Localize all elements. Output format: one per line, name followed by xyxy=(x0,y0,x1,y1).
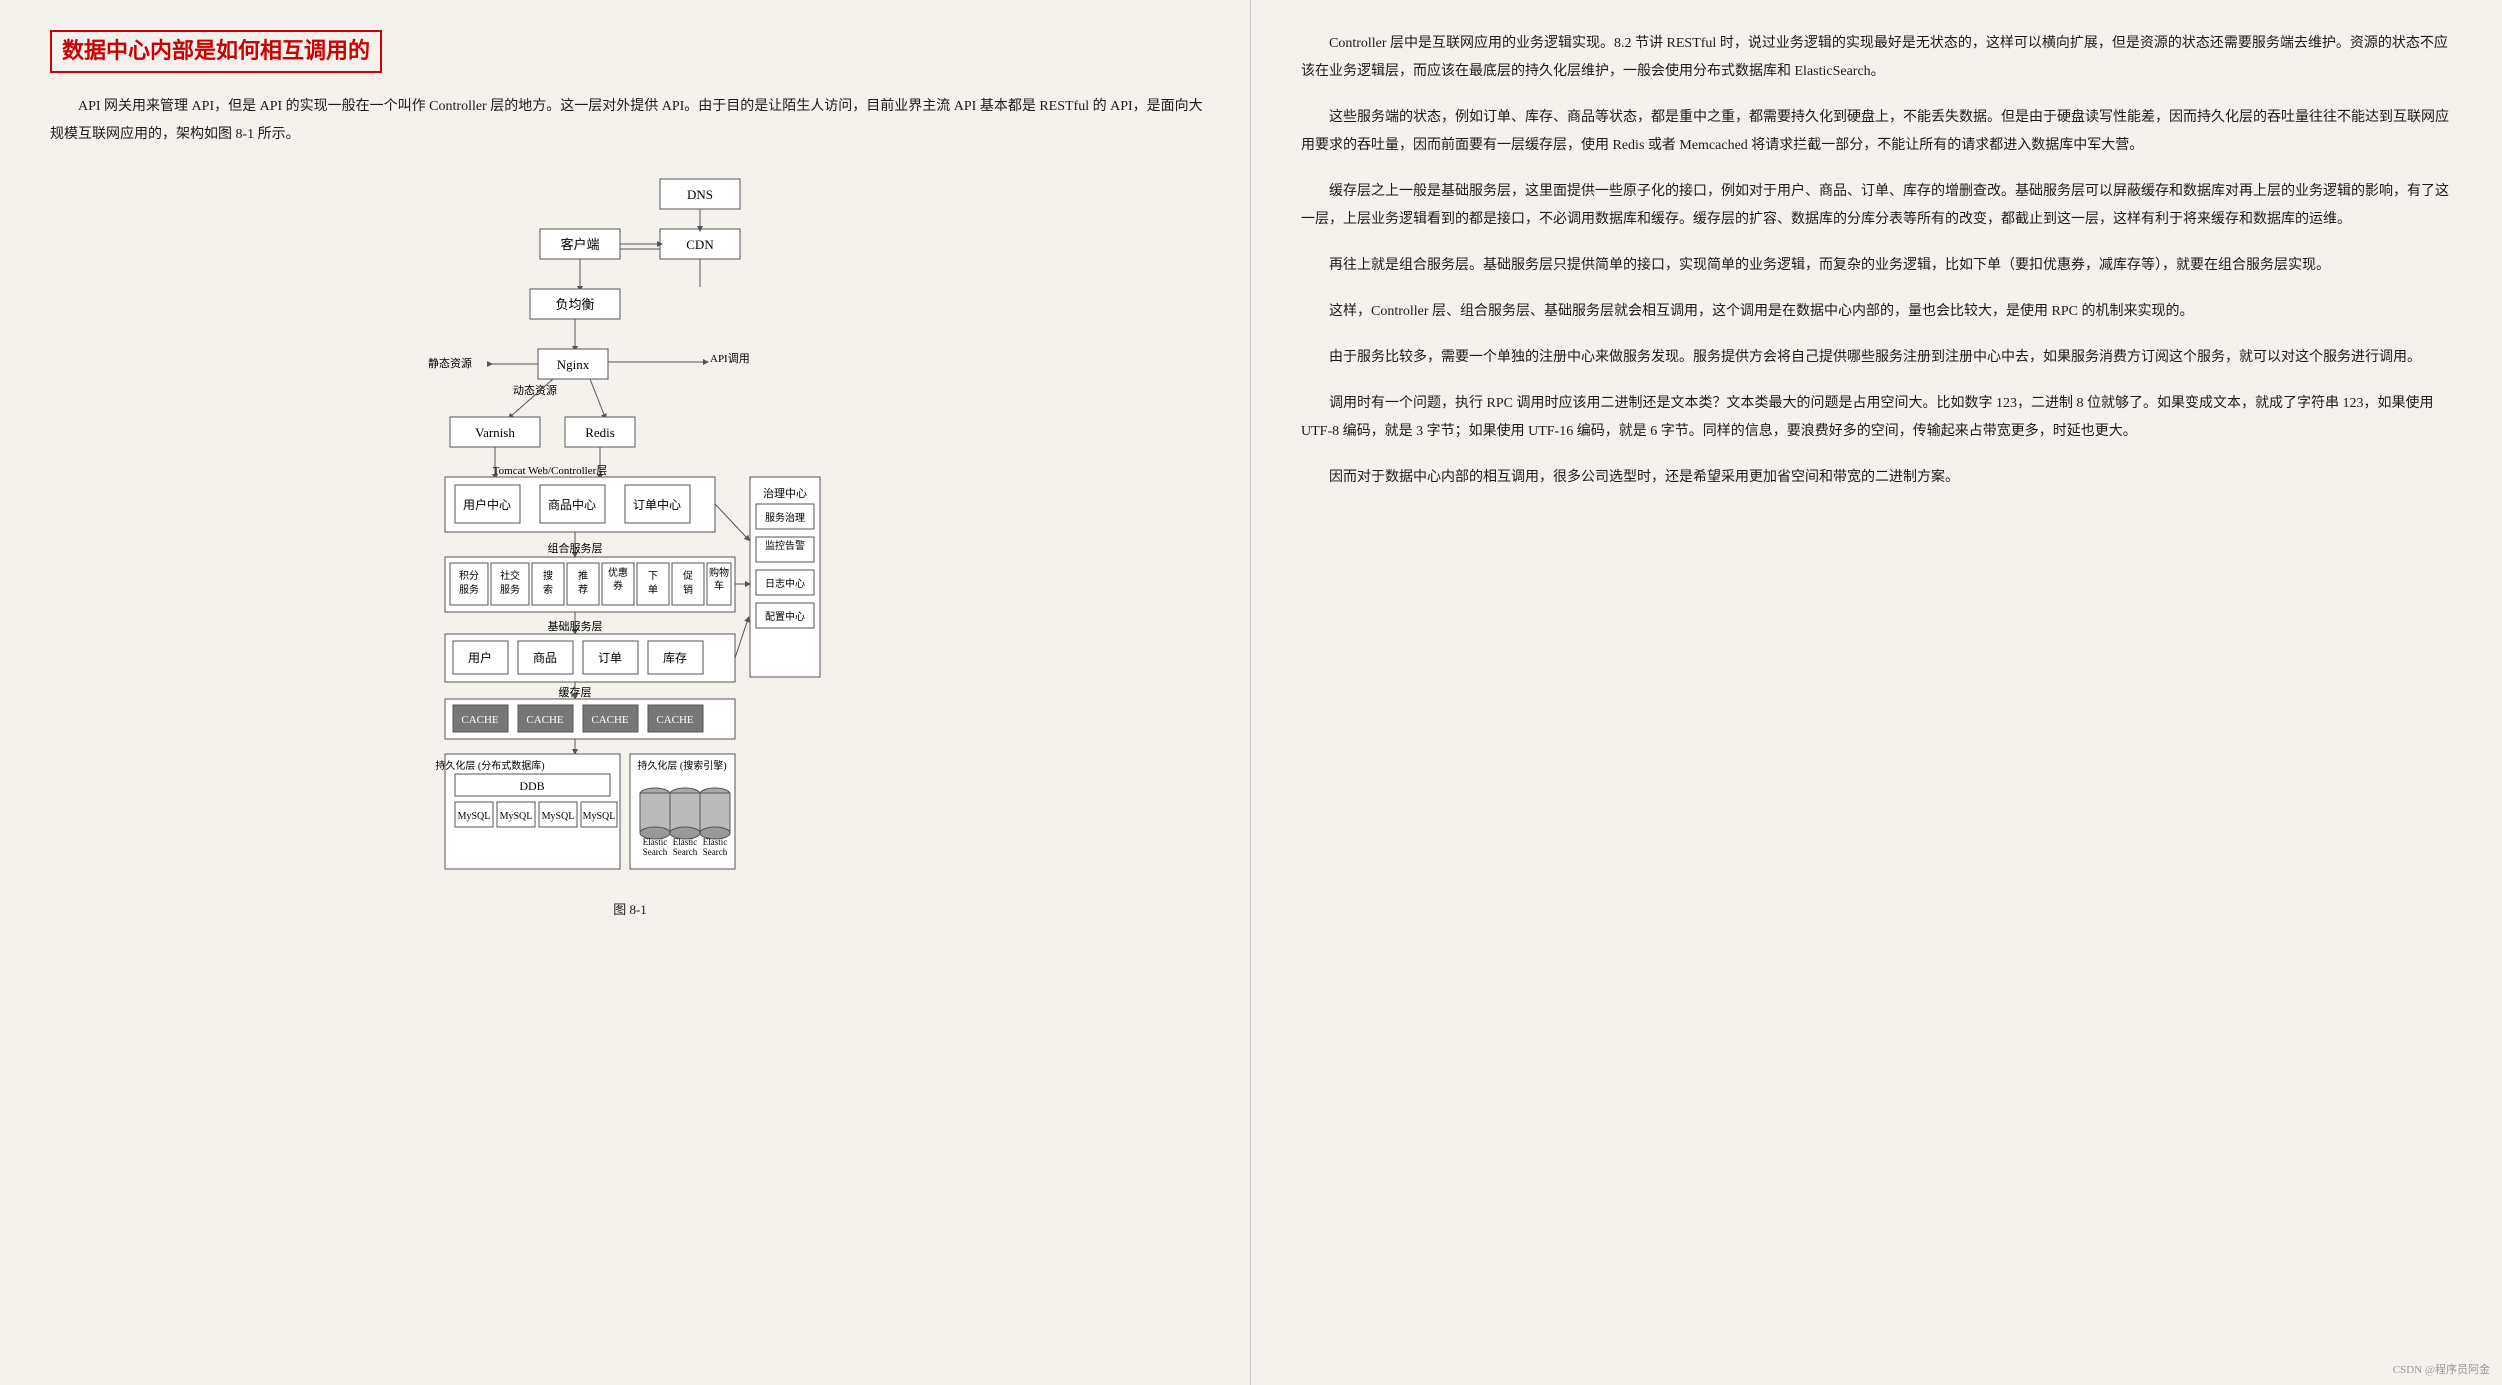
architecture-diagram: DNS 客户端 CDN 负均衡 xyxy=(50,169,1210,918)
svg-text:基础服务层: 基础服务层 xyxy=(548,620,603,633)
svg-text:服务: 服务 xyxy=(500,583,520,596)
svg-text:Tomcat Web/Controller层: Tomcat Web/Controller层 xyxy=(493,464,608,477)
svg-text:Nginx: Nginx xyxy=(557,357,590,372)
svg-text:用户中心: 用户中心 xyxy=(463,497,511,512)
svg-text:CDN: CDN xyxy=(686,237,714,252)
svg-text:Varnish: Varnish xyxy=(475,425,515,440)
svg-text:MySQL: MySQL xyxy=(458,811,491,822)
svg-text:Elastic: Elastic xyxy=(643,837,668,847)
svg-text:订单中心: 订单中心 xyxy=(633,497,681,512)
svg-text:持久化层 (搜索引擎): 持久化层 (搜索引擎) xyxy=(637,759,726,772)
svg-text:Search: Search xyxy=(703,847,728,857)
svg-text:静态资源: 静态资源 xyxy=(428,356,472,370)
svg-text:配置中心: 配置中心 xyxy=(765,610,805,623)
svg-text:社交: 社交 xyxy=(500,569,520,582)
svg-text:券: 券 xyxy=(613,579,623,592)
svg-text:组合服务层: 组合服务层 xyxy=(548,541,603,555)
right-para-5: 这样，Controller 层、组合服务层、基础服务层就会相互调用，这个调用是在… xyxy=(1301,298,2452,326)
svg-text:CACHE: CACHE xyxy=(591,714,629,726)
right-para-7: 调用时有一个问题，执行 RPC 调用时应该用二进制还是文本类？文本类最大的问题是… xyxy=(1301,390,2452,446)
svg-text:Search: Search xyxy=(673,847,698,857)
right-para-4: 再往上就是组合服务层。基础服务层只提供简单的接口，实现简单的业务逻辑，而复杂的业… xyxy=(1301,252,2452,280)
svg-text:下: 下 xyxy=(648,571,658,582)
svg-text:CACHE: CACHE xyxy=(656,714,694,726)
svg-text:促: 促 xyxy=(683,569,693,582)
svg-text:积分: 积分 xyxy=(459,570,479,582)
right-para-1: Controller 层中是互联网应用的业务逻辑实现。8.2 节讲 RESTfu… xyxy=(1301,30,2452,86)
svg-text:销: 销 xyxy=(683,583,693,596)
svg-text:负均衡: 负均衡 xyxy=(555,297,594,312)
svg-text:商品中心: 商品中心 xyxy=(548,497,596,512)
svg-text:客户端: 客户端 xyxy=(560,237,599,252)
svg-text:库存: 库存 xyxy=(663,650,687,665)
svg-text:单: 单 xyxy=(648,584,658,596)
svg-text:监控告警: 监控告警 xyxy=(765,539,805,552)
diagram-svg: DNS 客户端 CDN 负均衡 xyxy=(390,169,870,889)
right-para-3: 缓存层之上一般是基础服务层，这里面提供一些原子化的接口，例如对于用户、商品、订单… xyxy=(1301,178,2452,234)
svg-text:索: 索 xyxy=(543,583,553,596)
page-container: 数据中心内部是如何相互调用的 API 网关用来管理 API，但是 API 的实现… xyxy=(0,0,2502,1385)
right-para-2: 这些服务端的状态，例如订单、库存、商品等状态，都是重中之重，都需要持久化到硬盘上… xyxy=(1301,104,2452,160)
svg-text:Redis: Redis xyxy=(585,425,615,440)
svg-text:MySQL: MySQL xyxy=(542,811,575,822)
svg-text:治理中心: 治理中心 xyxy=(763,486,807,500)
svg-text:DDB: DDB xyxy=(519,779,544,793)
svg-text:荐: 荐 xyxy=(578,584,588,596)
svg-text:推: 推 xyxy=(578,569,588,582)
svg-text:Search: Search xyxy=(643,847,668,857)
chapter-title: 数据中心内部是如何相互调用的 xyxy=(50,30,382,73)
svg-text:Elastic: Elastic xyxy=(703,837,728,847)
svg-text:购物: 购物 xyxy=(709,566,729,579)
svg-text:优惠: 优惠 xyxy=(608,566,628,579)
intro-text: API 网关用来管理 API，但是 API 的实现一般在一个叫作 Control… xyxy=(50,93,1210,149)
svg-text:MySQL: MySQL xyxy=(500,811,533,822)
svg-text:服务: 服务 xyxy=(459,583,479,596)
svg-text:商品: 商品 xyxy=(533,650,557,665)
left-column: 数据中心内部是如何相互调用的 API 网关用来管理 API，但是 API 的实现… xyxy=(0,0,1251,1385)
svg-text:服务治理: 服务治理 xyxy=(765,511,805,524)
svg-text:CACHE: CACHE xyxy=(526,714,564,726)
svg-text:车: 车 xyxy=(714,579,724,592)
watermark: CSDN @程序员阿金 xyxy=(2393,1361,2490,1377)
right-para-6: 由于服务比较多，需要一个单独的注册中心来做服务发现。服务提供方会将自己提供哪些服… xyxy=(1301,344,2452,372)
svg-text:API调用: API调用 xyxy=(710,352,750,365)
svg-text:Elastic: Elastic xyxy=(673,837,698,847)
svg-text:订单: 订单 xyxy=(598,651,622,665)
svg-text:持久化层 (分布式数据库): 持久化层 (分布式数据库) xyxy=(435,759,544,772)
svg-text:DNS: DNS xyxy=(687,187,713,202)
svg-text:CACHE: CACHE xyxy=(461,714,499,726)
svg-text:用户: 用户 xyxy=(468,650,492,665)
right-para-8: 因而对于数据中心内部的相互调用，很多公司选型时，还是希望采用更加省空间和带宽的二… xyxy=(1301,464,2452,492)
svg-text:搜: 搜 xyxy=(543,569,553,582)
right-column: Controller 层中是互联网应用的业务逻辑实现。8.2 节讲 RESTfu… xyxy=(1251,0,2502,1385)
svg-text:日志中心: 日志中心 xyxy=(765,577,805,590)
svg-text:MySQL: MySQL xyxy=(583,811,616,822)
figure-label: 图 8-1 xyxy=(613,899,647,918)
